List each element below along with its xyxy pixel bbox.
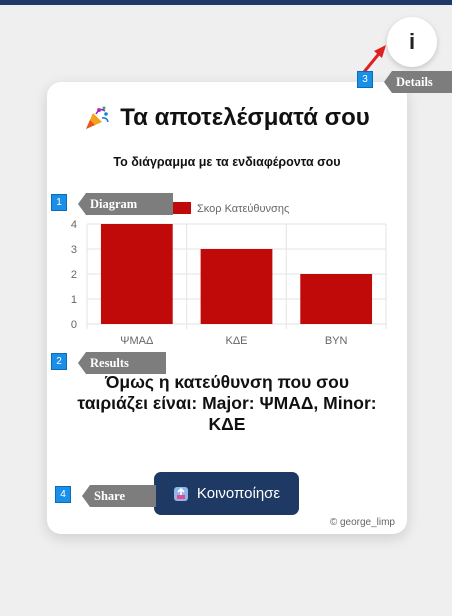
- annotation-tag-results: Results: [78, 352, 166, 374]
- y-tick-label: 4: [71, 219, 77, 231]
- top-accent-bar: [0, 0, 452, 5]
- credit-text: © george_limp: [329, 517, 395, 528]
- x-tick-label: ΨΜΑΔ: [120, 335, 154, 344]
- result-text: Όμως η κατεύθυνση που σου ταιριάζει είνα…: [77, 372, 377, 434]
- annotation-badge-4: 4: [55, 486, 71, 503]
- x-tick-label: ΚΔΕ: [225, 335, 247, 344]
- annotation-tag-diagram: Diagram: [78, 193, 173, 215]
- annotation-tag-details: Details: [384, 71, 452, 93]
- share-button-label: Κοινοποίησε: [196, 485, 281, 502]
- x-tick-label: ΒΥΝ: [325, 335, 348, 344]
- annotation-badge-2: 2: [51, 353, 67, 370]
- party-popper-icon: [86, 106, 110, 129]
- share-button[interactable]: Κοινοποίησε: [154, 472, 299, 515]
- bar-ΒΥΝ: [300, 274, 373, 324]
- share-icon: [173, 486, 188, 501]
- bar-ΨΜΑΔ: [100, 224, 173, 324]
- chart-subtitle: Το διάγραμμα με τα ενδιαφέροντα σου: [113, 155, 341, 169]
- results-card: Τα αποτελέσματά σου Το διάγραμμα με τα ε…: [47, 82, 407, 534]
- annotation-tag-share: Share: [82, 485, 156, 507]
- title-row: Τα αποτελέσματά σου: [47, 104, 407, 132]
- page-title: Τα αποτελέσματά σου: [120, 104, 370, 131]
- score-bar-chart: Σκορ Κατεύθυνσης 0 1 2 3 4 ΨΜΑΔ ΚΔΕ ΒΥΝ: [71, 202, 387, 344]
- bar-ΚΔΕ: [200, 249, 273, 324]
- annotation-badge-1: 1: [51, 194, 67, 211]
- legend-label: Σκορ Κατεύθυνσης: [197, 203, 289, 215]
- info-button[interactable]: i: [387, 17, 437, 67]
- annotation-badge-3: 3: [357, 71, 373, 88]
- y-tick-label: 3: [71, 244, 77, 256]
- y-tick-label: 2: [71, 269, 77, 281]
- y-tick-label: 1: [71, 294, 77, 306]
- y-tick-label: 0: [71, 319, 77, 331]
